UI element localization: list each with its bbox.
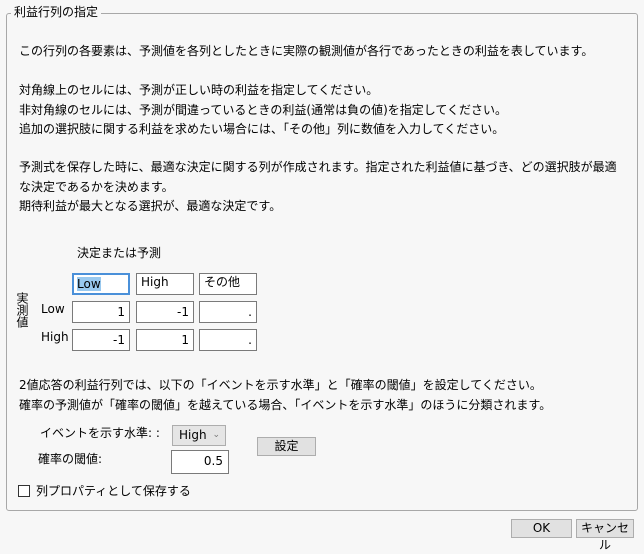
threshold-label: 確率の閾値:: [38, 452, 103, 466]
event-level-label: イベントを示す水準: :: [40, 426, 160, 440]
set-button[interactable]: 設定: [257, 437, 316, 456]
row-label-high: High: [41, 330, 69, 344]
save-formula-text-1: 予測式を保存した時に、最適な決定に関する列が作成されます。指定された利益値に基づ…: [19, 160, 617, 174]
threshold-input[interactable]: 0.5: [171, 450, 229, 474]
cell-high-high[interactable]: 1: [136, 329, 194, 351]
actual-row-header: 実測値: [15, 292, 29, 328]
event-level-value: High: [179, 428, 207, 442]
cell-low-other[interactable]: .: [199, 301, 257, 323]
save-property-checkbox[interactable]: [18, 485, 30, 497]
row-label-low: Low: [41, 302, 65, 316]
column-name-high[interactable]: High: [136, 273, 194, 295]
cancel-button[interactable]: キャンセル: [576, 519, 634, 552]
event-level-select[interactable]: High ⌄: [172, 425, 226, 446]
other-column-text: 追加の選択肢に関する利益を求めたい場合には、「その他」列に数値を入力してください…: [19, 122, 505, 136]
cell-low-low[interactable]: 1: [72, 301, 130, 323]
save-formula-text-2: な決定であるかを決めます。: [19, 180, 174, 194]
expected-profit-text: 期待利益が最大となる選択が、最適な決定です。: [19, 199, 282, 213]
off-diagonal-text: 非対角線のセルには、予測が間違っているときの利益(通常は負の値)を指定してくださ…: [19, 103, 508, 117]
cell-high-other[interactable]: .: [199, 329, 257, 351]
cell-low-high[interactable]: -1: [136, 301, 194, 323]
cell-high-low[interactable]: -1: [72, 329, 130, 351]
chevron-down-icon: ⌄: [212, 430, 220, 440]
binary-text-1: 2値応答の利益行列では、以下の「イベントを示す水準」と「確率の閾値」を設定してく…: [19, 378, 542, 392]
column-name-low[interactable]: Low: [72, 273, 130, 295]
intro-text: この行列の各要素は、予測値を各列としたときに実際の観測値が各行であったときの利益…: [19, 44, 594, 58]
decision-column-header: 決定または予測: [77, 246, 162, 260]
diagonal-text: 対角線上のセルには、予測が正しい時の利益を指定してください。: [19, 83, 379, 97]
ok-button[interactable]: OK: [511, 519, 572, 538]
group-title: 利益行列の指定: [11, 5, 102, 19]
binary-text-2: 確率の予測値が「確率の閾値」を越えている場合、「イベントを示す水準」のほうに分類…: [19, 398, 552, 412]
column-name-other[interactable]: その他: [199, 273, 257, 295]
save-property-label: 列プロパティとして保存する: [36, 484, 191, 498]
